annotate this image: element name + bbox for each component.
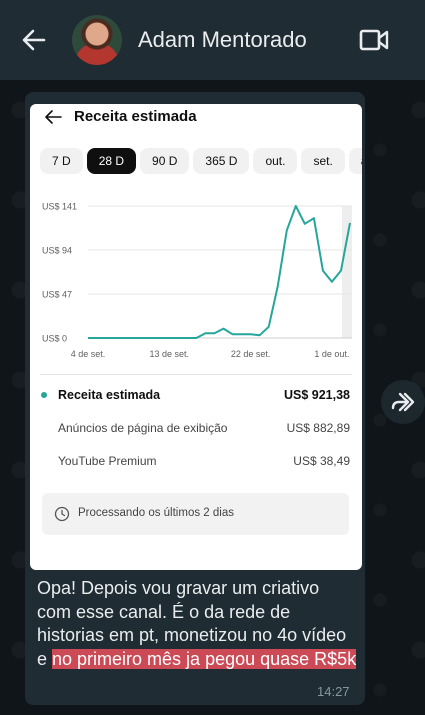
x-tick-label: 4 de set.: [71, 349, 106, 359]
x-tick-label: 13 de set.: [150, 349, 190, 359]
avatar[interactable]: [72, 15, 122, 65]
series-dot: [41, 392, 47, 398]
y-tick-label: US$ 94: [42, 246, 72, 256]
video-camera-icon: [359, 29, 389, 51]
message-text: Opa! Depois vou gravar um criativo com e…: [37, 577, 357, 671]
chip-out: out.: [253, 148, 298, 174]
chip-7d: 7 D: [40, 148, 83, 174]
forward-button[interactable]: [381, 380, 425, 424]
period-chips: 7 D28 D90 D365 Dout.set.ag: [40, 148, 362, 174]
chip-28d: 28 D: [86, 148, 137, 174]
revenue-chart: US$ 141 US$ 94 US$ 47 US$ 0 4 de set. 13 de s…: [42, 202, 352, 359]
forward-icon: [391, 392, 415, 412]
legend-row-b-value: US$ 38,49: [293, 454, 350, 468]
y-tick-label: US$ 47: [42, 290, 72, 300]
y-tick-label: US$ 141: [42, 202, 77, 212]
message-text-highlight: no primeiro mês ja pegou quase R$5k: [52, 648, 357, 669]
chip-365d: 365 D: [193, 148, 250, 174]
arrow-left-icon: [22, 29, 46, 51]
x-tick-label: 22 de set.: [231, 349, 271, 359]
arrow-left-icon: [45, 110, 62, 124]
divider: [40, 374, 352, 375]
back-button[interactable]: [18, 24, 50, 56]
processing-band: [342, 206, 352, 338]
processing-notice: Processando os últimos 2 dias: [42, 493, 349, 535]
legend-row-a-label: Anúncios de página de exibição: [58, 421, 228, 435]
screenshot-title: Receita estimada: [74, 108, 197, 125]
legend-row-a-value: US$ 882,89: [286, 421, 350, 435]
revenue-line: [88, 205, 351, 339]
shared-screenshot[interactable]: Receita estimada 7 D 28 D 90 D 365 Dout. set…: [30, 104, 362, 570]
x-tick-label: 1 de out.: [314, 349, 349, 359]
chat-header: Adam Mentorado: [0, 0, 425, 80]
chip-ag: ag: [348, 148, 362, 174]
processing-text: Processando os últimos 2 dias: [78, 507, 234, 519]
y-tick-label: US$ 0: [42, 334, 67, 344]
contact-name[interactable]: Adam Mentorado: [138, 28, 307, 52]
message-timestamp: 14:27: [317, 684, 350, 699]
legend-main-label: Receita estimada: [58, 388, 161, 402]
legend-main-value: US$ 921,38: [283, 388, 350, 402]
chip-set: set.: [301, 148, 345, 174]
chip-90d: 90 D: [140, 148, 190, 174]
legend-row-b-label: YouTube Premium: [58, 454, 157, 468]
video-call-button[interactable]: [358, 26, 390, 54]
clock-icon: [54, 506, 70, 522]
